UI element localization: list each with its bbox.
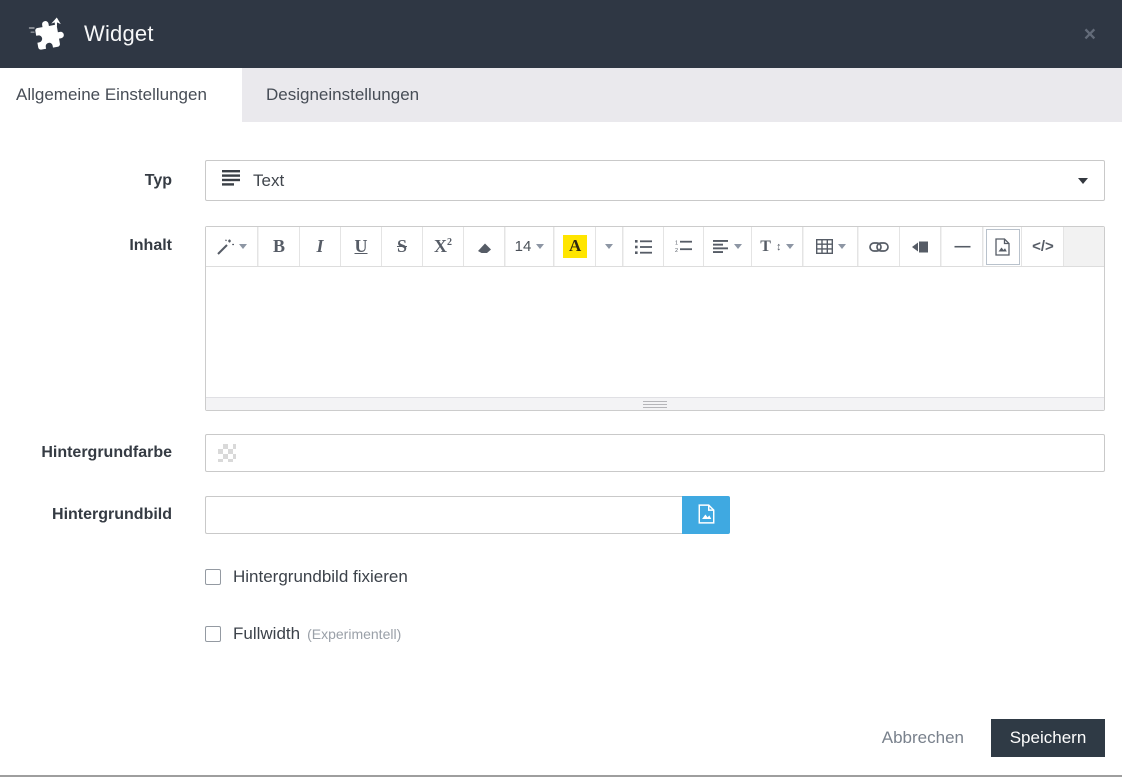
widget-puzzle-icon bbox=[28, 14, 68, 54]
ordered-list-button[interactable]: 1 2 bbox=[664, 227, 705, 266]
fix-background-label: Hintergrundbild fixieren bbox=[233, 567, 408, 586]
editor-content-area[interactable] bbox=[206, 267, 1104, 397]
style-dropdown-button[interactable] bbox=[206, 227, 258, 266]
resize-grip-icon bbox=[643, 400, 667, 408]
text-lines-icon bbox=[222, 170, 241, 191]
editor-resize-bar[interactable] bbox=[206, 397, 1104, 410]
unordered-list-button[interactable] bbox=[624, 227, 665, 266]
font-size-button[interactable]: 14 bbox=[506, 227, 554, 266]
font-color-button[interactable]: A bbox=[555, 227, 597, 266]
horizontal-rule-icon: — bbox=[954, 237, 971, 255]
svg-text:1: 1 bbox=[675, 240, 678, 246]
align-left-icon bbox=[713, 240, 729, 253]
inhalt-row: Inhalt B I U S X2 14 A 1 2 T ↕ — </> bbox=[0, 226, 1122, 411]
dialog-title: Widget bbox=[84, 21, 154, 46]
background-color-input-box bbox=[205, 434, 1105, 472]
fullwidth-experimental-note: (Experimentell) bbox=[307, 626, 402, 642]
background-image-label: Hintergrundbild bbox=[52, 506, 172, 523]
superscript-button[interactable]: X2 bbox=[423, 227, 464, 266]
background-image-input[interactable] bbox=[218, 497, 670, 533]
fix-background-row: Hintergrundbild fixieren bbox=[205, 567, 1122, 587]
font-color-dropdown-button[interactable] bbox=[596, 227, 624, 266]
link-icon bbox=[869, 241, 890, 253]
tab-bar: Allgemeine Einstellungen Designeinstellu… bbox=[0, 68, 1122, 122]
fullwidth-row: Fullwidth (Experimentell) bbox=[205, 624, 1122, 644]
typ-row: Typ Text bbox=[0, 160, 1122, 201]
table-grid-icon bbox=[815, 239, 833, 254]
horizontal-rule-button[interactable]: — bbox=[942, 227, 984, 266]
dialog-body: Typ Text Inhalt B I U S X2 14 A 1 2 T ↕ … bbox=[0, 122, 1122, 644]
dialog-header: Widget × bbox=[0, 0, 1122, 68]
background-image-input-box bbox=[205, 496, 682, 534]
line-height-button[interactable]: T ↕ bbox=[752, 227, 804, 266]
rich-text-editor: B I U S X2 14 A 1 2 T ↕ — </> bbox=[205, 226, 1105, 411]
clear-format-button[interactable] bbox=[464, 227, 505, 266]
chevron-down-icon bbox=[837, 244, 846, 249]
dialog-bottom-edge bbox=[0, 775, 1122, 777]
svg-text:2: 2 bbox=[675, 248, 678, 254]
chevron-down-icon bbox=[605, 244, 614, 249]
video-button[interactable] bbox=[900, 227, 942, 266]
tab-design-settings[interactable]: Designeinstellungen bbox=[242, 68, 443, 122]
strikethrough-button[interactable]: S bbox=[382, 227, 423, 266]
image-file-icon bbox=[698, 503, 715, 527]
link-button[interactable] bbox=[859, 227, 901, 266]
editor-toolbar: B I U S X2 14 A 1 2 T ↕ — </> bbox=[206, 227, 1104, 267]
updown-arrow-icon: ↕ bbox=[775, 240, 782, 253]
browse-image-button[interactable] bbox=[682, 496, 730, 534]
chevron-down-icon bbox=[536, 244, 545, 249]
inhalt-label: Inhalt bbox=[129, 237, 172, 254]
chevron-down-icon bbox=[1078, 177, 1088, 184]
background-color-row: Hintergrundfarbe bbox=[0, 434, 1122, 472]
chevron-down-icon bbox=[786, 244, 795, 249]
fullwidth-label: Fullwidth bbox=[233, 624, 301, 643]
magic-wand-icon bbox=[216, 238, 234, 256]
chevron-down-icon bbox=[239, 244, 247, 249]
numbered-list-icon: 1 2 bbox=[675, 240, 693, 254]
background-image-row: Hintergrundbild bbox=[0, 496, 1122, 534]
typ-label: Typ bbox=[144, 171, 172, 189]
cancel-button[interactable]: Abbrechen bbox=[882, 728, 964, 748]
close-icon[interactable]: × bbox=[1084, 24, 1096, 45]
image-file-icon bbox=[995, 237, 1011, 256]
fullwidth-checkbox[interactable] bbox=[205, 626, 221, 642]
chevron-down-icon bbox=[734, 244, 743, 249]
code-view-button[interactable]: </> bbox=[1022, 227, 1065, 266]
dialog-footer: Abbrechen Speichern bbox=[882, 719, 1105, 757]
table-button[interactable] bbox=[804, 227, 859, 266]
font-color-swatch: A bbox=[563, 234, 588, 259]
background-color-input[interactable] bbox=[236, 435, 1092, 471]
picture-button[interactable] bbox=[984, 227, 1023, 266]
typ-selected-value: Text bbox=[253, 170, 285, 190]
tab-general-settings[interactable]: Allgemeine Einstellungen bbox=[0, 68, 242, 122]
italic-button[interactable]: I bbox=[300, 227, 341, 266]
video-camera-icon bbox=[911, 241, 929, 253]
underline-button[interactable]: U bbox=[341, 227, 382, 266]
bold-button[interactable]: B bbox=[259, 227, 300, 266]
transparent-color-swatch[interactable] bbox=[218, 444, 236, 462]
typ-select[interactable]: Text bbox=[205, 160, 1105, 201]
fix-background-checkbox[interactable] bbox=[205, 569, 221, 585]
background-color-label: Hintergrundfarbe bbox=[41, 444, 172, 461]
save-button[interactable]: Speichern bbox=[991, 719, 1105, 757]
paragraph-align-button[interactable] bbox=[704, 227, 753, 266]
eraser-icon bbox=[476, 239, 493, 255]
bullet-list-icon bbox=[635, 239, 653, 254]
